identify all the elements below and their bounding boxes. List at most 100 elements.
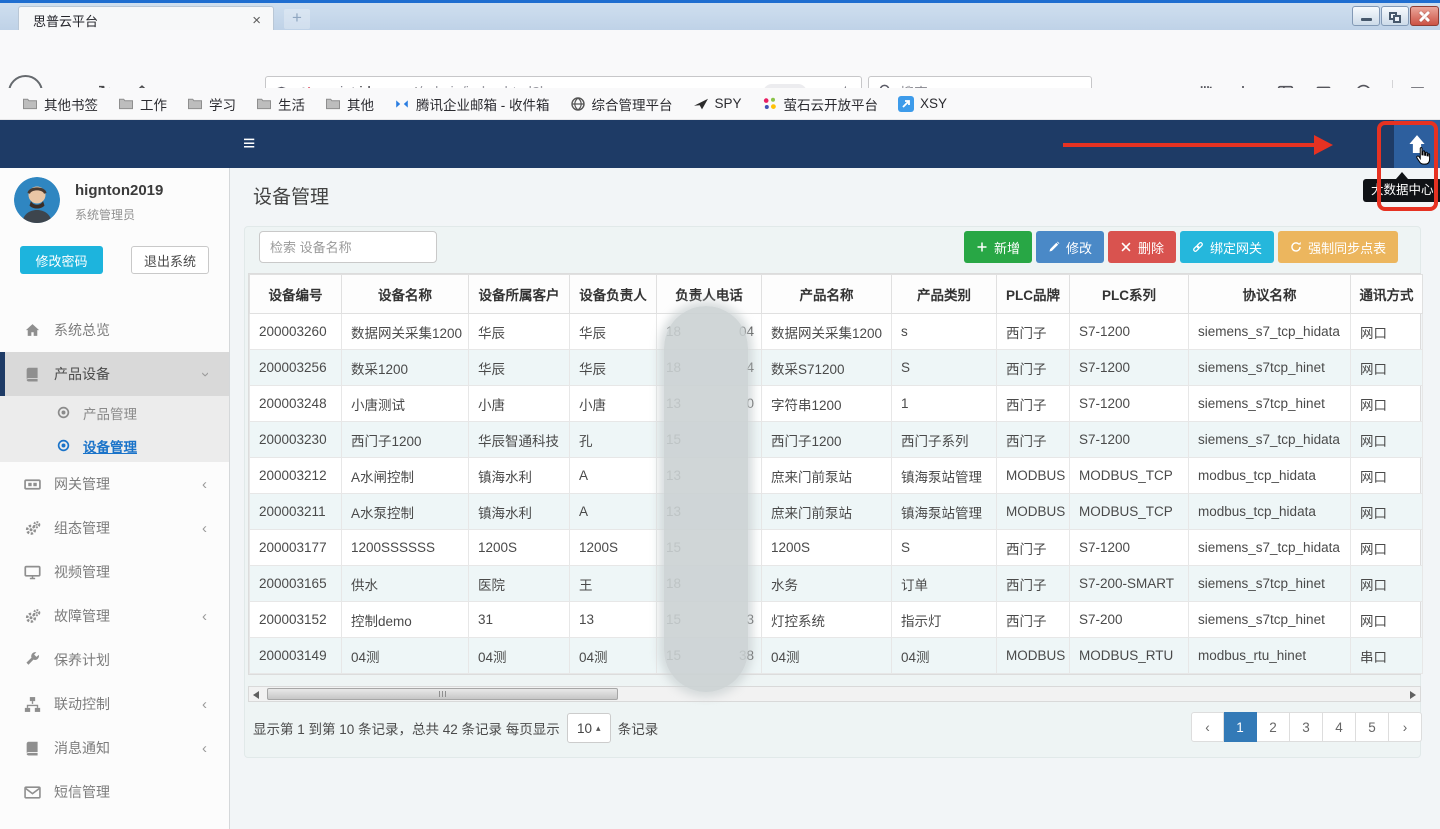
table-row[interactable]: 200003165供水医院王18水务订单西门子S7-200-SMARTsieme… [250,566,1423,602]
table-row[interactable]: 20000314904测04测04测153804测04测MODBUSMODBUS… [250,638,1423,674]
sidebar-item-label: 网关管理 [54,474,110,494]
page-button[interactable]: 2 [1257,712,1290,742]
user-role: 系统管理员 [75,206,135,223]
tab-close-icon[interactable]: × [250,12,263,29]
bookmark-item[interactable]: 其他书签 [14,91,106,117]
bookmark-item[interactable]: 萤石云开放平台 [754,91,887,117]
column-header[interactable]: 产品类别 [892,275,997,314]
cell-customer: 华辰智通科技 [469,422,570,458]
sidebar-item-home[interactable]: 系统总览 [0,308,229,352]
cross-button[interactable]: 删除 [1108,231,1176,263]
cell-plc_brand: 西门子 [997,530,1070,566]
pencil-button[interactable]: 修改 [1036,231,1104,263]
scroll-right-arrow[interactable] [1410,691,1416,699]
column-header[interactable]: 设备所属客户 [469,275,570,314]
cell-category: 1 [892,386,997,422]
page-button[interactable]: 3 [1290,712,1323,742]
browser-tab[interactable]: 思普云平台 × [18,6,274,33]
window-minimize-button[interactable] [1352,6,1380,26]
link-button[interactable]: 绑定网关 [1180,231,1274,263]
sidebar-item-book[interactable]: 消息通知‹ [0,726,229,770]
page-button[interactable]: 4 [1323,712,1356,742]
page-button[interactable]: 5 [1356,712,1389,742]
cell-protocol: siemens_s7_tcp_hidata [1189,422,1351,458]
column-header[interactable]: PLC系列 [1070,275,1189,314]
sidebar-item-monitor[interactable]: 视频管理 [0,550,229,594]
screen: 思普云平台 × + ← → ↻ iot.idosp.net/admin/inde… [0,0,1440,829]
sidebar-item-sitemap[interactable]: 联动控制‹ [0,682,229,726]
new-tab-button[interactable]: + [284,9,310,29]
table-row[interactable]: 200003211A水泵控制镇海水利A13庶来门前泵站镇海泵站管理MODBUSM… [250,494,1423,530]
plus-button[interactable]: 新增 [964,231,1032,263]
globe-icon [570,96,586,112]
column-header[interactable]: 通讯方式 [1351,275,1423,314]
page-size-dropdown[interactable]: 10 ▴ [567,713,611,743]
change-password-button[interactable]: 修改密码 [20,246,103,274]
column-header[interactable]: 协议名称 [1189,275,1351,314]
column-header[interactable]: 设备负责人 [570,275,657,314]
page-button[interactable]: 1 [1224,712,1257,742]
bookmark-item[interactable]: 生活 [248,91,313,117]
device-search-input[interactable] [259,231,437,263]
window-restore-button[interactable] [1381,6,1409,26]
cell-id: 200003149 [250,638,342,674]
cell-customer: 1200S [469,530,570,566]
column-header[interactable]: 设备编号 [250,275,342,314]
cell-customer: 华辰 [469,314,570,350]
sidebar-item-book[interactable]: 产品设备‹ [0,352,229,396]
sidebar-submenu: 产品管理设备管理 [0,396,229,462]
cell-comm: 网口 [1351,530,1423,566]
table-row[interactable]: 200003260数据网关采集1200华辰华辰1804数据网关采集1200s西门… [250,314,1423,350]
sidebar-subitem[interactable]: 产品管理 [0,396,229,429]
column-header[interactable]: 产品名称 [762,275,892,314]
cell-plc_series: S7-200-SMART [1070,566,1189,602]
cell-owner: 王 [570,566,657,602]
bookmark-item[interactable]: 综合管理平台 [562,91,681,117]
table-row[interactable]: 200003212A水闸控制镇海水利A13庶来门前泵站镇海泵站管理MODBUSM… [250,458,1423,494]
circle-dot-icon [56,405,71,420]
table-row[interactable]: 200003256数采1200华辰华辰184数采S71200S西门子S7-120… [250,350,1423,386]
page-next-button[interactable]: › [1389,712,1422,742]
refresh-button[interactable]: 强制同步点表 [1278,231,1398,263]
sidebar-toggle-icon[interactable]: ≡ [243,132,255,156]
cell-name: 1200SSSSSS [342,530,469,566]
scrollbar-thumb[interactable] [267,688,618,700]
cell-owner: 孔 [570,422,657,458]
bookmark-label: XSY [920,96,947,111]
bookmark-item[interactable]: XSY [890,93,955,115]
sidebar-item-wrench[interactable]: 保养计划 [0,638,229,682]
sidebar-item-gears[interactable]: 组态管理‹ [0,506,229,550]
cell-plc_brand: MODBUS [997,638,1070,674]
cell-id: 200003260 [250,314,342,350]
sidebar-item-gears[interactable]: 故障管理‹ [0,594,229,638]
bookmark-item[interactable]: SPY [685,93,750,115]
sidebar-item-gateway[interactable]: 网关管理‹ [0,462,229,506]
bookmark-item[interactable]: 其他 [317,91,382,117]
column-header[interactable]: 设备名称 [342,275,469,314]
page-prev-button[interactable]: ‹ [1191,712,1224,742]
window-close-button[interactable] [1410,6,1439,26]
avatar[interactable] [14,177,60,223]
table-row[interactable]: 2000031771200SSSSSS1200S1200S151200SS西门子… [250,530,1423,566]
horizontal-scrollbar[interactable] [248,686,1421,702]
ezviz-icon [762,96,778,112]
table-row[interactable]: 200003248小唐测试小唐小唐130字符串12001西门子S7-1200si… [250,386,1423,422]
sidebar-subitem[interactable]: 设备管理 [0,429,229,462]
page-size-value: 10 [577,721,592,736]
cell-owner: 13 [570,602,657,638]
cell-owner: 华辰 [570,314,657,350]
bookmark-item[interactable]: 工作 [110,91,175,117]
annotation-arrow-head [1314,135,1333,155]
bookmark-item[interactable]: 学习 [179,91,244,117]
xsy-icon [898,96,914,112]
logout-button[interactable]: 退出系统 [131,246,209,274]
cell-plc_brand: 西门子 [997,602,1070,638]
column-header[interactable]: PLC品牌 [997,275,1070,314]
scroll-left-arrow[interactable] [253,691,259,699]
table-row[interactable]: 200003152控制demo3113153灯控系统指示灯西门子S7-200si… [250,602,1423,638]
sidebar-menu: 系统总览产品设备‹产品管理设备管理网关管理‹组态管理‹视频管理故障管理‹保养计划… [0,308,229,814]
table-row[interactable]: 200003230西门子1200华辰智通科技孔15西门子1200西门子系列西门子… [250,422,1423,458]
sidebar-item-envelope[interactable]: 短信管理 [0,770,229,814]
sidebar-item-label: 消息通知 [54,738,110,758]
bookmark-item[interactable]: 腾讯企业邮箱 - 收件箱 [386,91,558,117]
